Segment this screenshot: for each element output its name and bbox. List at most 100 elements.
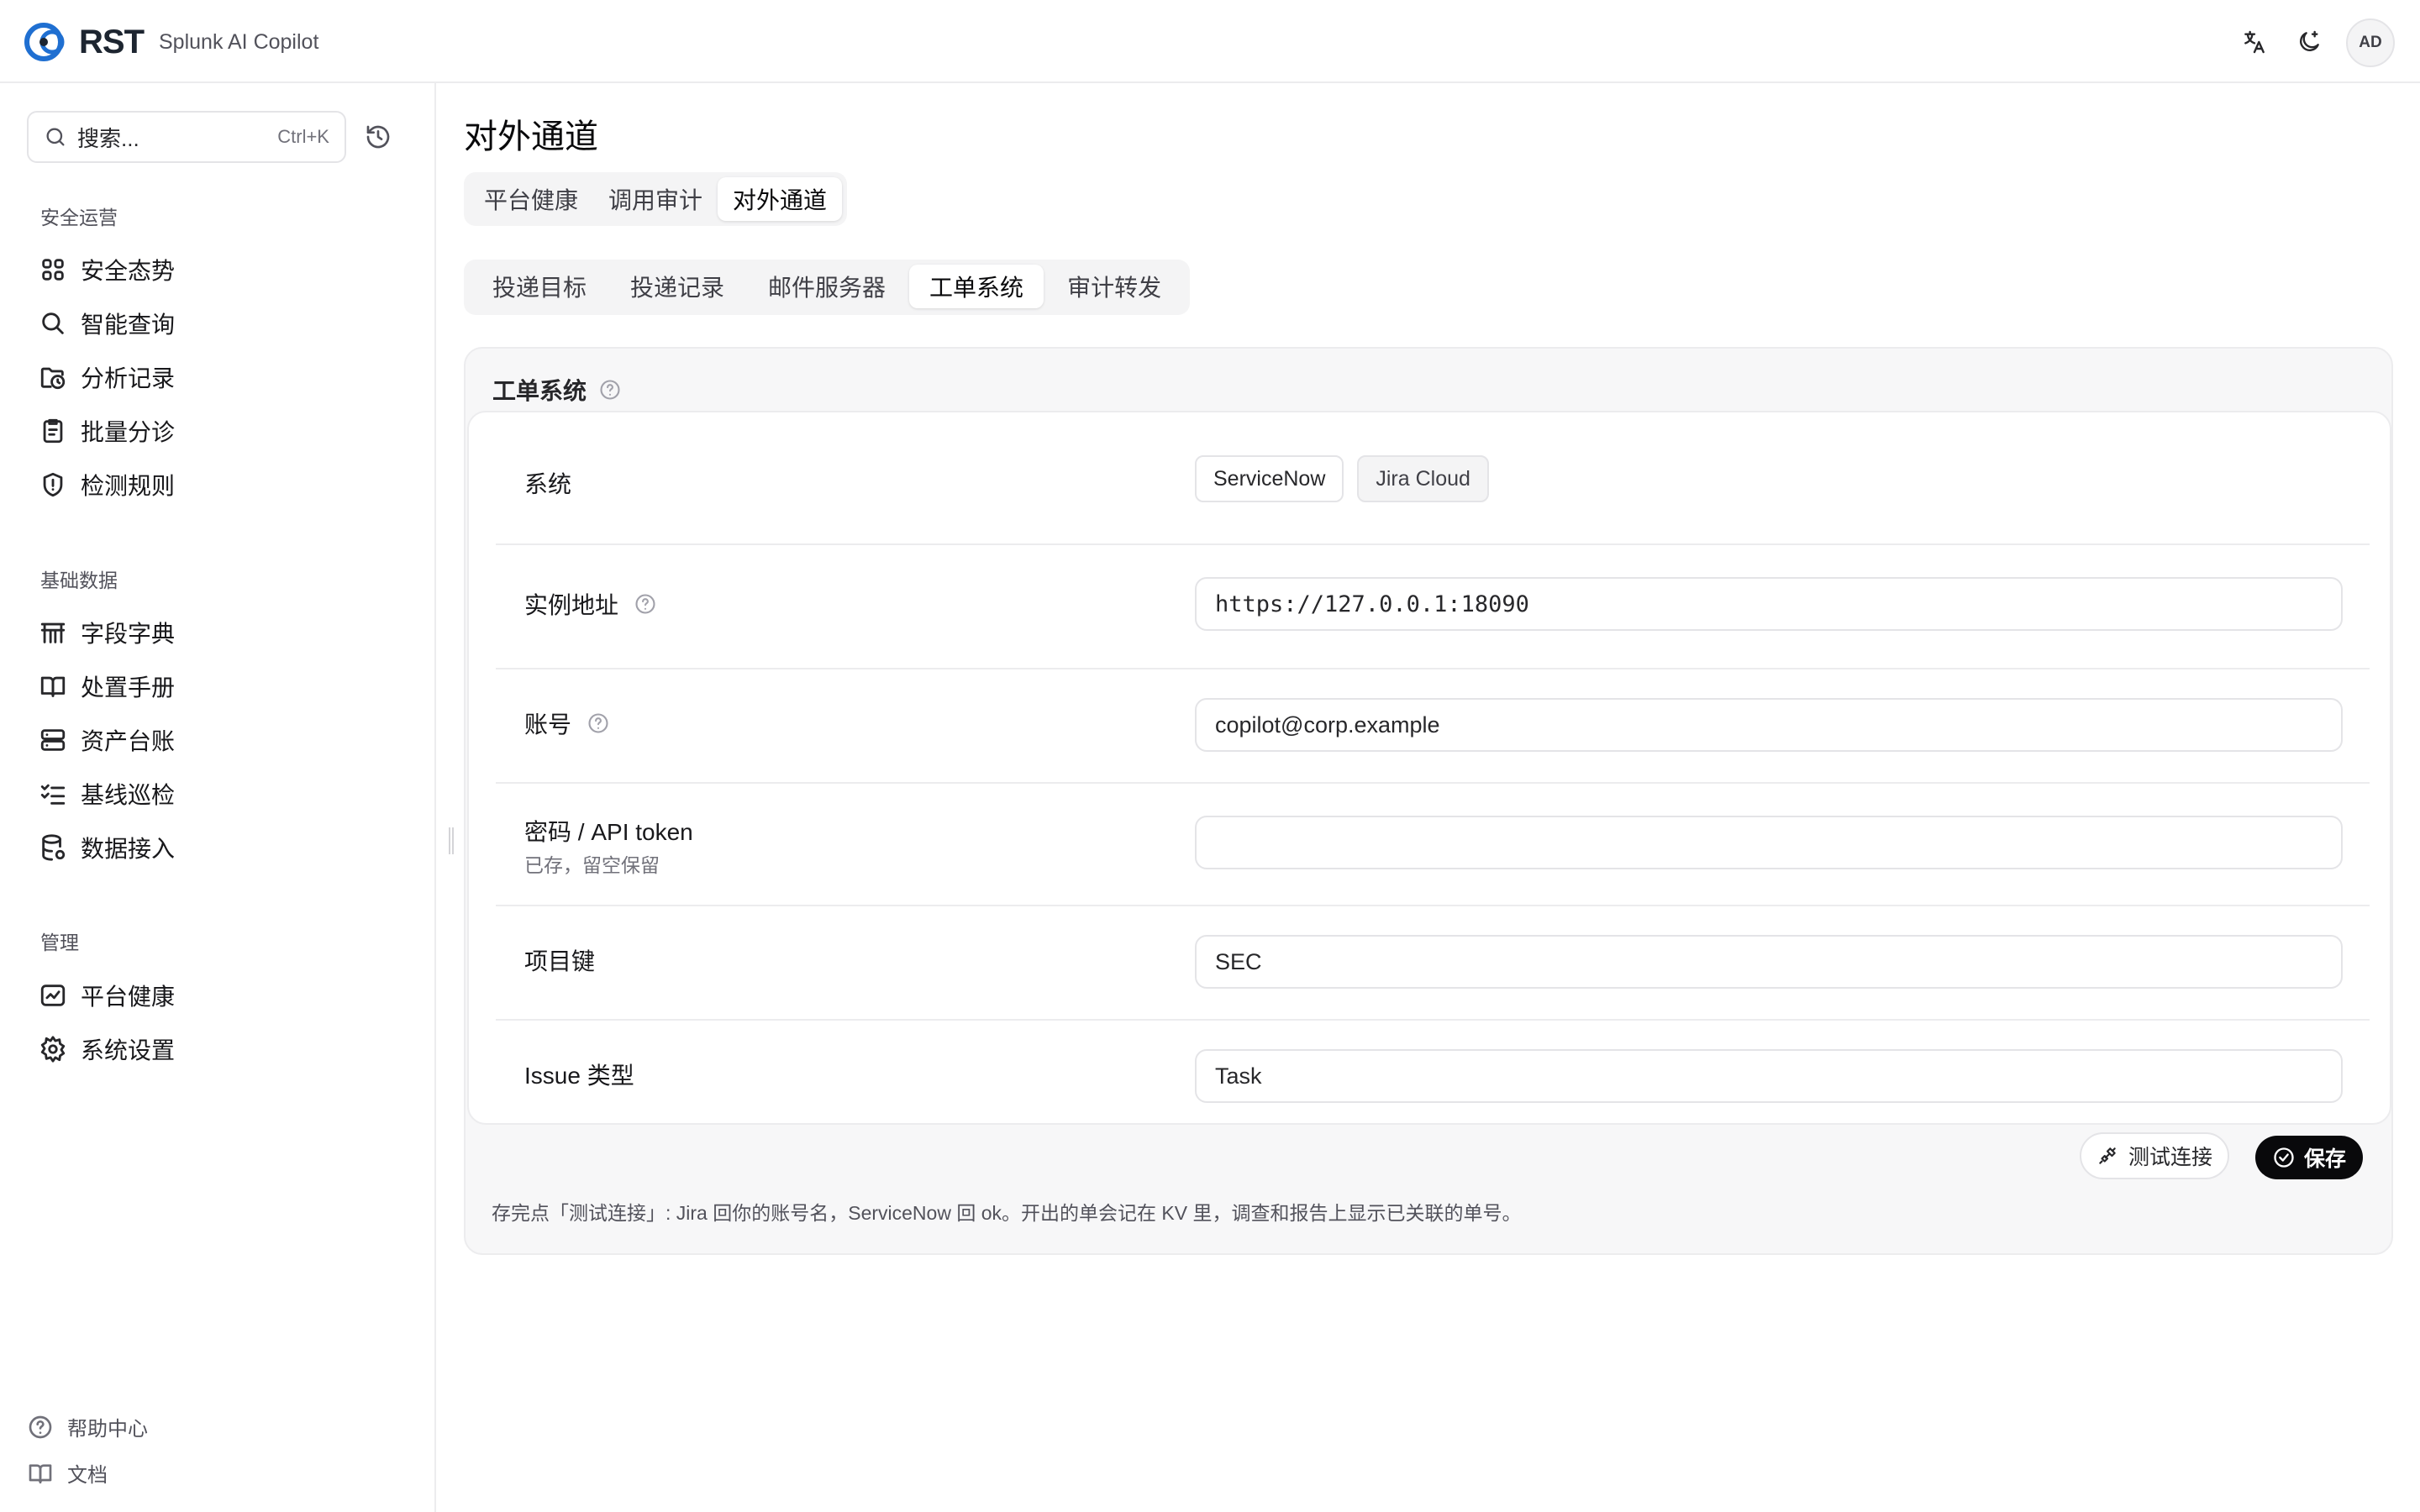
- list-checks-icon: [40, 784, 66, 805]
- subtab-delivery-records[interactable]: 投递记录: [610, 265, 744, 308]
- system-option-jira-cloud[interactable]: Jira Cloud: [1357, 455, 1489, 502]
- sidebar-item-smart-query[interactable]: 智能查询: [39, 303, 175, 344]
- plug-icon: [2099, 1147, 2116, 1164]
- sidebar-item-label: 字段字典: [81, 621, 176, 647]
- form-row-issue-type: Issue 类型 Task: [496, 1021, 2370, 1126]
- sidebar-item-label: 数据接入: [81, 836, 176, 862]
- sidebar-item-label: 平台健康: [81, 984, 176, 1010]
- field-label-system: 系统: [524, 466, 571, 500]
- sidebar-item-system-settings[interactable]: 系统设置: [39, 1029, 175, 1069]
- instance-url-input[interactable]: https://127.0.0.1:18090: [1195, 577, 2343, 631]
- sidebar-item-label: 批量分诊: [81, 419, 176, 445]
- avatar[interactable]: AD: [2346, 18, 2395, 67]
- tab-platform-health[interactable]: 平台健康: [469, 177, 593, 221]
- password-hint: 已存，留空保留: [524, 854, 660, 876]
- history-icon[interactable]: [365, 123, 392, 150]
- sidebar-item-batch-triage[interactable]: 批量分诊: [39, 411, 175, 451]
- tab-call-audit[interactable]: 调用审计: [593, 177, 718, 221]
- primary-tabs: 平台健康 调用审计 对外通道: [464, 172, 848, 226]
- sidebar-docs[interactable]: 文档: [27, 1458, 108, 1488]
- sidebar-item-playbook[interactable]: 处置手册: [39, 666, 175, 706]
- tab-external-channels[interactable]: 对外通道: [718, 177, 843, 221]
- help-circle-icon[interactable]: [598, 378, 622, 402]
- sidebar-item-analysis-records[interactable]: 分析记录: [39, 357, 175, 397]
- gear-icon: [40, 1036, 66, 1063]
- table-icon: [40, 622, 66, 643]
- sidebar-item-label: 资产台账: [81, 728, 176, 754]
- section-title-base-data: 基础数据: [40, 570, 118, 591]
- book-open-icon: [29, 1463, 52, 1483]
- sidebar-item-detection-rules[interactable]: 检测规则: [39, 465, 175, 505]
- sidebar-item-label: 分析记录: [81, 365, 176, 391]
- translate-icon[interactable]: [2238, 25, 2271, 59]
- secondary-tabs: 投递目标 投递记录 邮件服务器 工单系统 审计转发: [464, 260, 1191, 315]
- sidebar-item-data-ingest[interactable]: 数据接入: [39, 827, 175, 868]
- shield-alert-icon: [43, 472, 63, 497]
- field-label-account: 账号: [524, 706, 610, 740]
- page-title: 对外通道: [464, 118, 598, 155]
- sidebar-item-label: 系统设置: [81, 1037, 176, 1063]
- check-circle-icon: [2274, 1147, 2294, 1168]
- subtab-ticket-system[interactable]: 工单系统: [909, 265, 1044, 308]
- sidebar-item-baseline-check[interactable]: 基线巡检: [39, 774, 175, 814]
- field-label-text: 账号: [524, 711, 572, 738]
- database-icon: [42, 834, 66, 861]
- section-title-admin: 管理: [40, 932, 79, 953]
- sidebar-item-asset-ledger[interactable]: 资产台账: [39, 720, 175, 760]
- sidebar-item-label: 处置手册: [81, 675, 176, 701]
- book-icon: [40, 676, 66, 697]
- form-row-password: 密码 / API token 已存，留空保留: [496, 784, 2370, 906]
- test-connection-button[interactable]: 测试连接: [2080, 1132, 2230, 1179]
- subtab-mail-server[interactable]: 邮件服务器: [748, 265, 906, 308]
- form-row-system: 系统 ServiceNow Jira Cloud: [496, 412, 2370, 545]
- help-circle-icon[interactable]: [634, 592, 657, 616]
- subtab-audit-forwarding[interactable]: 审计转发: [1047, 265, 1181, 308]
- sidebar-item-label: 智能查询: [81, 312, 176, 338]
- password-input[interactable]: [1195, 816, 2343, 869]
- search-shortcut: Ctrl+K: [277, 126, 329, 147]
- account-input[interactable]: copilot@corp.example: [1195, 698, 2343, 752]
- help-circle-icon[interactable]: [587, 711, 610, 735]
- form-row-account: 账号 copilot@corp.example: [496, 669, 2370, 784]
- sidebar-footer-label: 文档: [67, 1464, 108, 1487]
- folder-clock-icon: [40, 367, 66, 390]
- search-placeholder: 搜索...: [77, 125, 139, 151]
- help-circle-icon: [29, 1415, 52, 1438]
- sidebar-footer-label: 帮助中心: [67, 1418, 148, 1441]
- issue-type-input[interactable]: Task: [1195, 1049, 2343, 1103]
- sidebar-item-posture[interactable]: 安全态势: [39, 249, 175, 290]
- system-option-servicenow[interactable]: ServiceNow: [1195, 455, 1344, 502]
- logo-text: RST: [79, 24, 145, 60]
- card-header: 工单系统: [492, 364, 622, 416]
- sidebar-item-label: 基线巡检: [81, 782, 176, 808]
- project-key-input[interactable]: SEC: [1195, 935, 2343, 989]
- sidebar-item-platform-health[interactable]: 平台健康: [39, 975, 175, 1016]
- field-label-password: 密码 / API token: [524, 814, 693, 848]
- sidebar-item-field-dictionary[interactable]: 字段字典: [39, 612, 175, 653]
- dashboard-grid-icon: [42, 259, 64, 281]
- form-row-project-key: 项目键 SEC: [496, 906, 2370, 1021]
- sidebar: 搜索... Ctrl+K 安全运营 安全态势 智能查询 分析记录 批量分诊 检测…: [0, 83, 436, 1512]
- search-input[interactable]: 搜索... Ctrl+K: [27, 111, 346, 163]
- sidebar-help-center[interactable]: 帮助中心: [27, 1412, 148, 1441]
- search-icon: [46, 128, 65, 146]
- theme-moon-icon[interactable]: [2292, 25, 2326, 59]
- test-connection-label: 测试连接: [2128, 1146, 2213, 1169]
- field-label-project-key: 项目键: [524, 943, 595, 977]
- sidebar-resize-handle[interactable]: [449, 827, 454, 854]
- field-label-text: 项目键: [524, 948, 596, 974]
- logo[interactable]: RST Splunk AI Copilot: [24, 22, 318, 62]
- clipboard-list-icon: [43, 418, 63, 444]
- activity-icon: [40, 984, 66, 1006]
- field-label-text: 系统: [524, 471, 572, 497]
- app-name: Splunk AI Copilot: [159, 30, 319, 54]
- field-label-text: 实例地址: [524, 592, 619, 618]
- field-label-text: 密码 / API token: [524, 819, 693, 845]
- system-selector: ServiceNow Jira Cloud: [1195, 455, 1489, 502]
- save-button[interactable]: 保存: [2255, 1136, 2364, 1179]
- logo-mark-icon: [24, 23, 65, 61]
- card-footnote: 存完点「测试连接」: Jira 回你的账号名，ServiceNow 回 ok。开…: [492, 1202, 1522, 1224]
- field-label-issue-type: Issue 类型: [524, 1058, 634, 1091]
- subtab-delivery-targets[interactable]: 投递目标: [472, 265, 607, 308]
- ticket-system-card: 工单系统 系统 ServiceNow Jira Cloud 实例地址 https…: [464, 347, 2393, 1255]
